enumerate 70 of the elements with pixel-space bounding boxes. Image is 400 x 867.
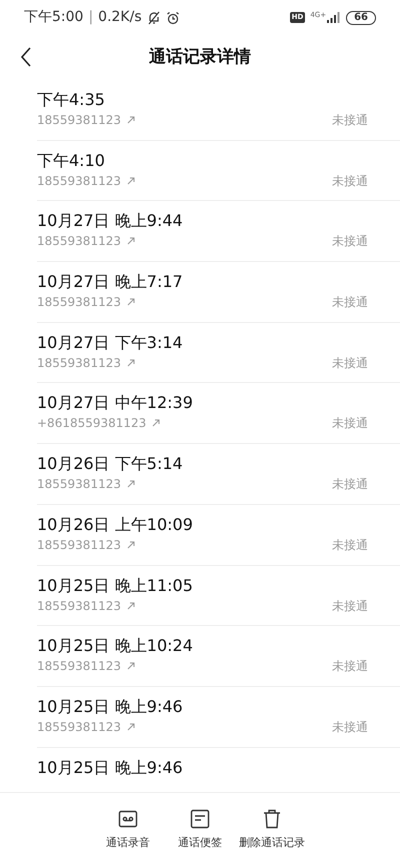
call-time: 10月27日 晚上7:17 [37,271,184,294]
call-time: 10月25日 晚上9:46 [37,756,184,779]
phone-number: 18559381123 [37,476,121,494]
outgoing-arrow-icon [126,540,135,549]
call-status: 未接通 [332,415,368,432]
voicemail-icon [118,809,138,829]
outgoing-arrow-icon [126,722,135,731]
call-status: 未接通 [332,172,368,190]
outgoing-arrow-icon [126,116,135,124]
call-status: 未接通 [332,536,368,554]
phone-number: 18559381123 [37,294,121,312]
bell-off-icon [146,10,161,24]
call-status: 未接通 [332,598,368,614]
call-log-entry[interactable]: 下午4:35 18559381123 未接通 [37,80,400,141]
call-log-entry[interactable]: 10月27日 晚上9:44 18559381123 未接通 [37,201,400,262]
call-status: 未接通 [332,294,368,312]
outgoing-arrow-icon [126,176,135,185]
call-log-entry[interactable]: 10月27日 下午3:14 18559381123 未接通 [37,322,400,384]
call-status: 未接通 [332,354,368,372]
call-status: 未接通 [332,112,368,129]
call-log-entry[interactable]: 10月25日 晚上11:05 18559381123 未接通 [37,566,400,626]
action-button[interactable]: 通话录音 [99,809,157,867]
call-status: 未接通 [332,233,368,250]
phone-number: +8618559381123 [37,415,146,432]
back-icon [20,47,32,67]
call-time: 10月26日 上午10:09 [37,514,194,536]
call-time: 下午4:35 [37,89,106,111]
outgoing-arrow-icon [152,419,160,428]
call-time: 10月25日 晚上9:46 [37,696,184,718]
call-log-entry[interactable]: 10月27日 中午12:39 +8618559381123 未接通 [37,383,400,444]
phone-number: 18559381123 [37,354,121,372]
outgoing-arrow-icon [126,602,135,610]
phone-number: 18559381123 [37,598,121,614]
phone-number: 18559381123 [37,172,121,190]
page-title: 通话记录详情 [149,46,251,69]
alarm-clock-icon [166,10,180,24]
status-separator: | [88,8,94,27]
call-time: 10月27日 下午3:14 [37,332,184,354]
call-time: 10月27日 中午12:39 [37,392,194,414]
call-log-entry[interactable]: 下午4:10 18559381123 未接通 [37,140,400,202]
phone-number: 18559381123 [37,658,121,676]
call-log-entry[interactable]: 10月25日 晚上10:24 18559381123 未接通 [37,626,400,687]
phone-number: 18559381123 [37,233,121,250]
call-time: 10月26日 下午5:14 [37,453,184,476]
call-time: 下午4:10 [37,150,106,172]
call-time: 10月27日 晚上9:44 [37,210,184,232]
phone-number: 18559381123 [37,718,121,736]
call-log-entry[interactable]: 10月26日 上午10:09 18559381123 未接通 [37,504,400,566]
battery-indicator: 66 [346,10,376,24]
action-button[interactable]: 通话便签 [171,809,229,867]
outgoing-arrow-icon [126,662,135,670]
call-time: 10月25日 晚上10:24 [37,635,194,658]
note-icon [190,809,210,829]
phone-number: 18559381123 [37,112,121,129]
signal-icon [327,12,342,23]
call-status: 未接通 [332,658,368,676]
outgoing-arrow-icon [126,480,135,488]
outgoing-arrow-icon [126,237,135,246]
call-log-entry[interactable]: 10月27日 晚上7:17 18559381123 未接通 [37,262,400,323]
call-log-entry[interactable]: 10月26日 下午5:14 18559381123 未接通 [37,444,400,505]
status-time: 下午5:00 [24,8,84,27]
call-status: 未接通 [332,476,368,494]
outgoing-arrow-icon [126,358,135,367]
call-status: 未接通 [332,718,368,736]
call-log-entry[interactable]: 10月25日 晚上9:46 18559381123 未接通 [37,686,400,748]
network-speed: 0.2K/s [98,8,142,27]
call-time: 10月25日 晚上11:05 [37,574,194,596]
phone-number: 18559381123 [37,536,121,554]
outgoing-arrow-icon [126,298,135,306]
trash-icon [262,809,282,829]
